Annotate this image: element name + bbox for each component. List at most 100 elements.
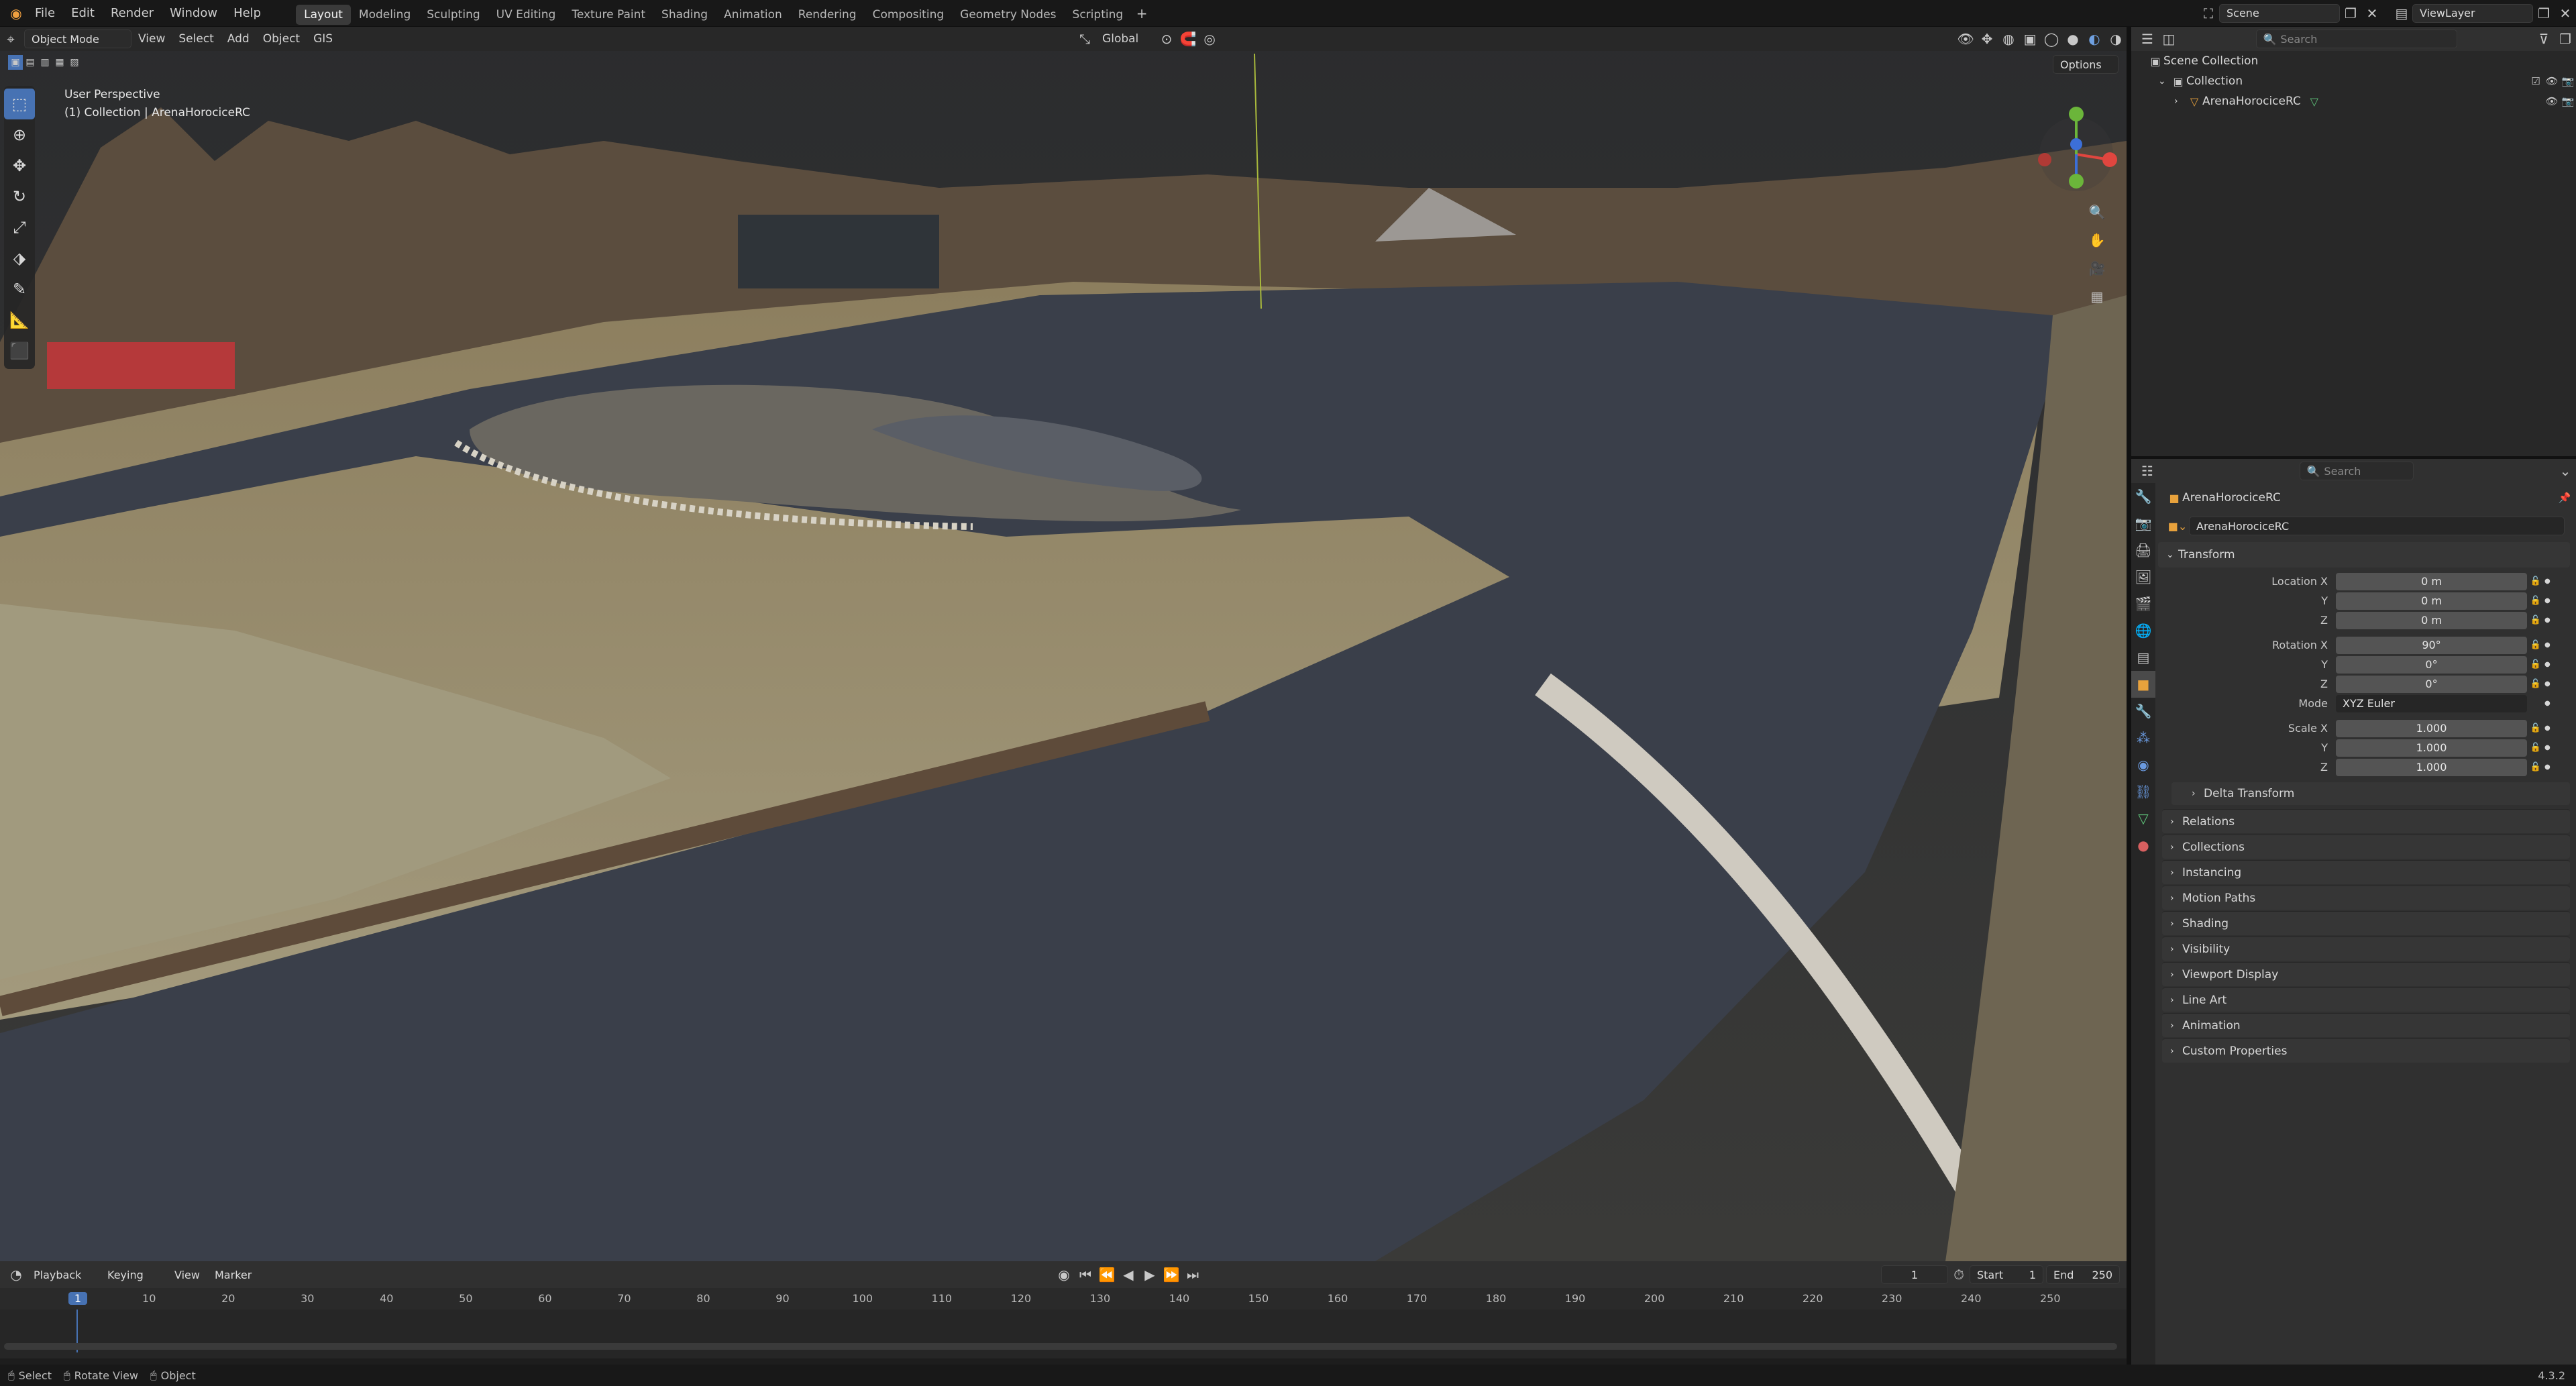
keyframe-dot-icon[interactable]: ● — [2544, 617, 2551, 624]
scale-z-field[interactable]: 1.000 — [2336, 758, 2527, 776]
menu-render[interactable]: Render — [103, 0, 162, 27]
mode-dropdown[interactable]: Object Mode — [24, 30, 131, 48]
delete-scene-icon[interactable]: ✕ — [2361, 3, 2383, 24]
keyframe-area[interactable] — [0, 1310, 2127, 1352]
timeline-menu-view[interactable]: View — [168, 1265, 208, 1284]
workspace-tab-scripting[interactable]: Scripting — [1065, 5, 1132, 25]
outliner-search[interactable]: 🔍 Search — [2255, 30, 2457, 48]
panel-custom-properties[interactable]: › Custom Properties — [2162, 1038, 2570, 1063]
rotation-z-field[interactable]: 0° — [2336, 675, 2527, 693]
transform-orientation-icon[interactable]: ⤡ — [1074, 28, 1095, 50]
new-viewlayer-icon[interactable]: ❐ — [2533, 3, 2555, 24]
keyframe-dot-icon[interactable]: ● — [2544, 744, 2551, 751]
editor-type-icon[interactable]: ⌖ — [0, 28, 21, 50]
pan-view-icon[interactable]: ✋ — [2086, 229, 2108, 251]
axis-gizmo[interactable] — [2033, 87, 2120, 208]
mesh-data-icon[interactable]: ▽ — [2301, 91, 2328, 112]
render-camera-icon[interactable]: 📷 — [2560, 70, 2576, 92]
object-name-field[interactable]: ArenaHorociceRC — [2189, 517, 2565, 535]
rotation-x-field[interactable]: 90° — [2336, 636, 2527, 654]
properties-editor-icon[interactable]: ☷ — [2137, 460, 2158, 482]
scene-icon[interactable]: ⛶ — [2198, 3, 2219, 24]
panel-shading[interactable]: › Shading — [2162, 911, 2570, 935]
exclude-checkbox-icon[interactable]: ☑ — [2528, 70, 2544, 92]
options-button[interactable]: Options — [2053, 55, 2118, 74]
delta-expand-icon[interactable]: › — [2192, 788, 2204, 799]
collection-row[interactable]: ⌄ ▣ Collection ☑ 👁 📷 — [2131, 71, 2576, 91]
rotation-y-field[interactable]: 0° — [2336, 655, 2527, 674]
measure-tool-icon[interactable]: 📐 — [4, 305, 35, 335]
workspace-tab-layout[interactable]: Layout — [296, 5, 351, 25]
menu-help[interactable]: Help — [225, 0, 269, 27]
cursor-tool-icon[interactable]: ⊕ — [4, 119, 35, 150]
menu-edit[interactable]: Edit — [63, 0, 103, 27]
display-mode-icon[interactable]: ◫ — [2158, 28, 2180, 50]
keyframe-dot-icon[interactable]: ● — [2544, 641, 2551, 649]
object-render-camera-icon[interactable]: 📷 — [2560, 91, 2576, 112]
scene-collection-row[interactable]: ▣ Scene Collection — [2131, 51, 2576, 71]
pivot-icon[interactable]: ⊙ — [1156, 28, 1177, 50]
zoom-view-icon[interactable]: 🔍 — [2086, 201, 2108, 223]
timeline-menu-marker[interactable]: Marker — [208, 1265, 262, 1284]
keyframe-dot-icon[interactable]: ● — [2544, 661, 2551, 668]
datablock-icon[interactable]: ■⌄ — [2166, 515, 2189, 537]
area-divider-vertical[interactable] — [2127, 27, 2131, 1365]
object-tab-icon[interactable]: ■ — [2131, 671, 2155, 698]
lock-scale-z-icon[interactable]: 🔓 — [2527, 757, 2544, 778]
timeline-scrollbar[interactable] — [4, 1343, 2117, 1350]
select-intersect-icon[interactable]: ▧ — [67, 55, 82, 70]
workspace-tab-texture-paint[interactable]: Texture Paint — [564, 5, 653, 25]
play-reverse-icon[interactable]: ◀ — [1118, 1264, 1139, 1285]
select-subtract-icon[interactable]: ▥ — [38, 55, 52, 70]
new-collection-icon[interactable]: ❐ — [2555, 28, 2576, 50]
world-tab-icon[interactable]: 🌐 — [2131, 617, 2155, 644]
panel-line-art[interactable]: › Line Art — [2162, 988, 2570, 1012]
select-extend-icon[interactable]: ▤ — [23, 55, 38, 70]
viewport-menu-gis[interactable]: GIS — [307, 30, 339, 48]
snap-icon[interactable]: 🧲 — [1177, 28, 1199, 50]
jump-end-icon[interactable]: ⏭ — [1182, 1264, 1203, 1285]
select-box-tool-icon[interactable]: ⬚ — [4, 89, 35, 119]
lock-scale-y-icon[interactable]: 🔓 — [2527, 737, 2544, 759]
auto-keying-icon[interactable]: ◉ — [1053, 1264, 1075, 1285]
panel-visibility[interactable]: › Visibility — [2162, 937, 2570, 961]
panel-animation[interactable]: › Animation — [2162, 1013, 2570, 1037]
location-y-field[interactable]: 0 m — [2336, 592, 2527, 610]
pin-icon[interactable]: 📌 — [2555, 487, 2574, 509]
panel-motion-paths[interactable]: › Motion Paths — [2162, 886, 2570, 910]
workspace-tab-uv-editing[interactable]: UV Editing — [488, 5, 564, 25]
viewport-menu-select[interactable]: Select — [172, 30, 220, 48]
render-tab-icon[interactable]: 📷 — [2131, 510, 2155, 537]
jump-start-icon[interactable]: ⏮ — [1075, 1264, 1096, 1285]
viewport-menu-add[interactable]: Add — [221, 30, 256, 48]
lock-rotation-y-icon[interactable]: 🔓 — [2527, 654, 2544, 676]
add-cube-tool-icon[interactable]: ⬛ — [4, 335, 35, 366]
object-row[interactable]: › ▽ ArenaHorociceRC ▽ 👁 📷 — [2131, 91, 2576, 111]
collection-tab-icon[interactable]: ▤ — [2131, 644, 2155, 671]
gizmo-toggle-icon[interactable]: ✥ — [1976, 28, 1998, 50]
end-frame-field[interactable]: End 250 — [2046, 1265, 2120, 1284]
3d-viewport[interactable]: ⌖ Object Mode View Select Add Object GIS… — [0, 27, 2127, 1261]
add-workspace-icon[interactable]: + — [1131, 3, 1152, 24]
current-frame-field[interactable]: 1 — [1881, 1265, 1948, 1284]
transform-tool-icon[interactable]: ⬗ — [4, 243, 35, 274]
timeline-menu-playback[interactable]: Playback — [27, 1265, 101, 1284]
workspace-tab-sculpting[interactable]: Sculpting — [419, 5, 488, 25]
frame-ruler[interactable]: 1 10 20 30 40 50 60 70 80 90 100 110 120 130 140 150 160… — [0, 1288, 2127, 1310]
rotation-mode-dropdown[interactable]: XYZ Euler — [2336, 694, 2527, 712]
keyframe-dot-icon[interactable]: ● — [2544, 578, 2551, 585]
view-layer-tab-icon[interactable]: 🖼 — [2131, 564, 2155, 590]
select-new-icon[interactable]: ▣ — [8, 55, 23, 70]
overlay-toggle-icon[interactable]: ◍ — [1998, 28, 2019, 50]
workspace-tab-modeling[interactable]: Modeling — [351, 5, 419, 25]
navigation-gizmo[interactable]: 🔍 ✋ 🎥 ▦ — [2033, 87, 2120, 309]
panel-collections[interactable]: › Collections — [2162, 835, 2570, 859]
viewport-menu-view[interactable]: View — [131, 30, 172, 48]
expand-icon[interactable]: › — [2174, 96, 2186, 107]
panel-instancing[interactable]: › Instancing — [2162, 860, 2570, 884]
new-scene-icon[interactable]: ❐ — [2340, 3, 2361, 24]
constraints-tab-icon[interactable]: ⛓ — [2131, 778, 2155, 805]
timeline-editor-icon[interactable]: ◔ — [5, 1264, 27, 1285]
delete-viewlayer-icon[interactable]: ✕ — [2555, 3, 2576, 24]
workspace-tab-rendering[interactable]: Rendering — [790, 5, 865, 25]
